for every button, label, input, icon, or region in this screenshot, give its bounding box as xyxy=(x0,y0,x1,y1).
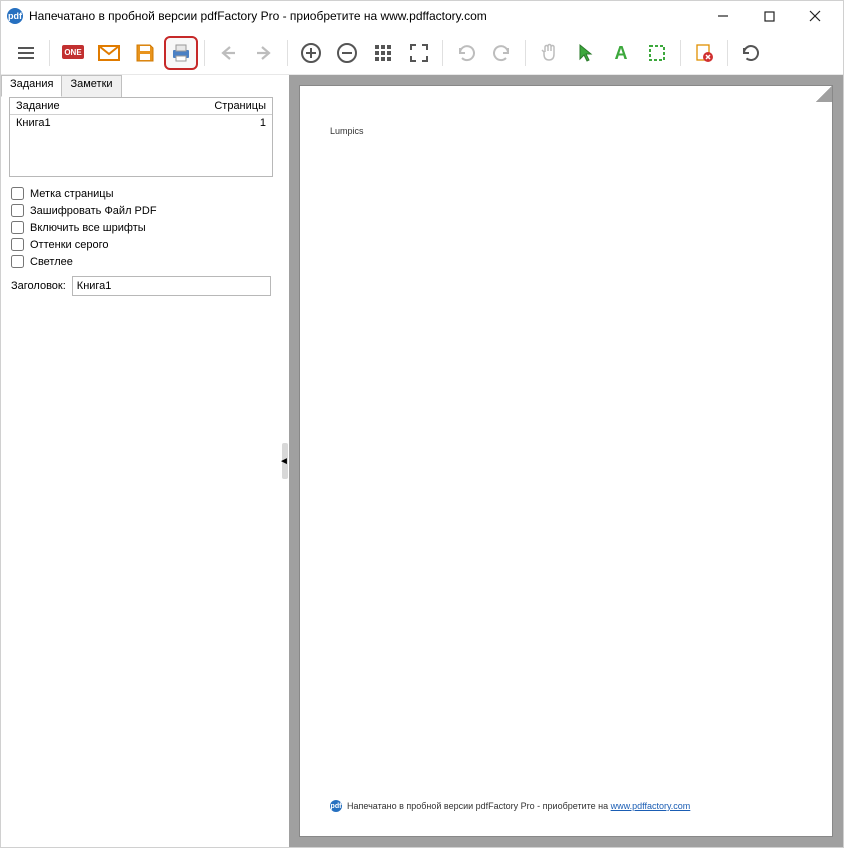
fullscreen-button[interactable] xyxy=(402,36,436,70)
menu-button[interactable] xyxy=(9,36,43,70)
task-name: Книга1 xyxy=(16,117,260,129)
chevron-left-icon: ◄ xyxy=(279,456,289,467)
zoom-out-button[interactable] xyxy=(330,36,364,70)
text-button[interactable]: A xyxy=(604,36,638,70)
sidebar: Задания Заметки Задание Страницы Книга1 … xyxy=(1,75,281,847)
thumbnails-button[interactable] xyxy=(366,36,400,70)
task-row[interactable]: Книга1 1 xyxy=(10,115,272,131)
task-header-pages: Страницы xyxy=(214,100,266,112)
checkbox[interactable] xyxy=(11,204,24,217)
pdf-page[interactable]: Lumpics pdf Напечатано в пробной версии … xyxy=(299,85,833,837)
options-group: Метка страницы Зашифровать Файл PDF Вклю… xyxy=(1,185,281,270)
check-encrypt[interactable]: Зашифровать Файл PDF xyxy=(11,204,271,217)
zoom-in-button[interactable] xyxy=(294,36,328,70)
fullscreen-icon xyxy=(409,43,429,63)
minimize-button[interactable] xyxy=(701,2,745,30)
redo-icon xyxy=(491,42,513,64)
select-icon xyxy=(647,43,667,63)
forward-icon xyxy=(253,42,275,64)
title-input[interactable] xyxy=(72,276,271,296)
pointer-icon xyxy=(575,42,595,64)
window-title: Напечатано в пробной версии pdfFactory P… xyxy=(29,9,701,23)
pdf-button[interactable]: ONE xyxy=(56,36,90,70)
footer-text: Напечатано в пробной версии pdfFactory P… xyxy=(347,801,611,811)
splitter[interactable]: ◄ xyxy=(281,75,289,847)
delete-button[interactable] xyxy=(687,36,721,70)
zoom-in-icon xyxy=(300,42,322,64)
svg-text:ONE: ONE xyxy=(64,48,82,57)
check-embed-fonts[interactable]: Включить все шрифты xyxy=(11,221,271,234)
toolbar: ONE xyxy=(1,31,843,75)
tab-tasks[interactable]: Задания xyxy=(1,75,62,97)
back-button[interactable] xyxy=(211,36,245,70)
titlebar: pdf Напечатано в пробной версии pdfFacto… xyxy=(1,1,843,31)
email-icon xyxy=(97,42,121,64)
main-area: Задания Заметки Задание Страницы Книга1 … xyxy=(1,75,843,847)
check-label: Метка страницы xyxy=(30,188,114,200)
checkbox[interactable] xyxy=(11,255,24,268)
maximize-button[interactable] xyxy=(747,2,791,30)
hand-icon xyxy=(539,42,559,64)
hand-button[interactable] xyxy=(532,36,566,70)
check-page-label[interactable]: Метка страницы xyxy=(11,187,271,200)
menu-icon xyxy=(15,42,37,64)
save-icon xyxy=(134,42,156,64)
pdf-icon: pdf xyxy=(330,800,342,812)
page-fold-icon xyxy=(816,86,832,102)
print-icon xyxy=(169,42,193,64)
select-button[interactable] xyxy=(640,36,674,70)
text-icon: A xyxy=(611,42,631,64)
task-pages: 1 xyxy=(260,117,266,129)
task-list: Задание Страницы Книга1 1 xyxy=(9,97,273,177)
back-icon xyxy=(217,42,239,64)
refresh-icon xyxy=(740,42,762,64)
pointer-button[interactable] xyxy=(568,36,602,70)
svg-text:A: A xyxy=(615,43,628,63)
undo-icon xyxy=(455,42,477,64)
check-label: Зашифровать Файл PDF xyxy=(30,205,157,217)
footer-link[interactable]: www.pdffactory.com xyxy=(611,801,691,811)
check-grayscale[interactable]: Оттенки серого xyxy=(11,238,271,251)
zoom-out-icon xyxy=(336,42,358,64)
refresh-button[interactable] xyxy=(734,36,768,70)
print-button[interactable] xyxy=(164,36,198,70)
check-label: Светлее xyxy=(30,256,73,268)
task-header-name: Задание xyxy=(16,100,214,112)
tab-notes[interactable]: Заметки xyxy=(61,75,121,97)
checkbox[interactable] xyxy=(11,238,24,251)
check-label: Включить все шрифты xyxy=(30,222,146,234)
page-content: Lumpics xyxy=(330,126,802,136)
thumbnails-icon xyxy=(373,43,393,63)
app-icon: pdf xyxy=(7,8,23,24)
close-button[interactable] xyxy=(793,2,837,30)
check-label: Оттенки серого xyxy=(30,239,108,251)
undo-button[interactable] xyxy=(449,36,483,70)
sidebar-tabs: Задания Заметки xyxy=(1,75,281,97)
checkbox[interactable] xyxy=(11,187,24,200)
checkbox[interactable] xyxy=(11,221,24,234)
email-button[interactable] xyxy=(92,36,126,70)
check-lighter[interactable]: Светлее xyxy=(11,255,271,268)
title-field-row: Заголовок: xyxy=(1,270,281,302)
redo-button[interactable] xyxy=(485,36,519,70)
page-footer: pdf Напечатано в пробной версии pdfFacto… xyxy=(330,800,802,812)
save-button[interactable] xyxy=(128,36,162,70)
pdf-icon: ONE xyxy=(60,42,86,64)
forward-button[interactable] xyxy=(247,36,281,70)
app-window: pdf Напечатано в пробной версии pdfFacto… xyxy=(0,0,844,848)
title-label: Заголовок: xyxy=(11,280,66,292)
delete-icon xyxy=(693,42,715,64)
preview-pane: Lumpics pdf Напечатано в пробной версии … xyxy=(289,75,843,847)
